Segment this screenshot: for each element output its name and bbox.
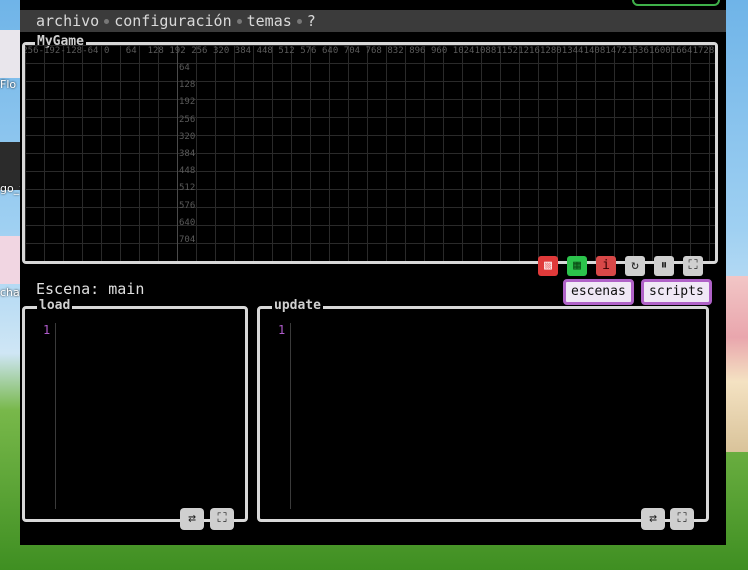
game-panel: MyGame -320-256-192-128-6406412819225632…	[22, 34, 718, 264]
x-tick-label: 1536	[627, 46, 649, 56]
x-tick-label: 256	[191, 46, 208, 56]
x-tick-label: 512	[278, 46, 295, 56]
x-tick-label: -256	[25, 46, 39, 56]
update-editor-panel: update 1 ⇄ ⛶	[257, 298, 709, 530]
x-tick-label: 1728	[692, 46, 715, 56]
menu-separator	[104, 19, 110, 24]
expand-icon[interactable]: ⛶	[210, 508, 234, 530]
wallpaper-character	[724, 276, 748, 452]
x-tick-label: 1344	[561, 46, 584, 56]
game-canvas[interactable]: -320-256-192-128-64064128192256320384448…	[25, 45, 715, 261]
load-editor-panel: load 1 ⇄ ⛶	[22, 298, 248, 530]
menu-separator	[296, 19, 302, 24]
y-tick-label: 320	[179, 131, 196, 142]
x-tick-label: 320	[213, 46, 230, 56]
y-tick-label: 192	[179, 97, 196, 108]
x-tick-label: 192	[169, 46, 186, 56]
x-tick-label: 768	[365, 46, 382, 56]
line-number: 1	[43, 323, 51, 337]
y-tick-label: 256	[179, 114, 196, 125]
x-tick-label: 1088	[474, 46, 497, 56]
x-tick-label: 576	[300, 46, 317, 56]
scripts-button[interactable]: scripts	[641, 279, 712, 305]
x-tick-label: 64	[125, 46, 137, 56]
top-green-button[interactable]	[632, 0, 720, 6]
reload-icon[interactable]: ↻	[625, 256, 645, 276]
toggle-grid-icon[interactable]: ▦	[567, 256, 587, 276]
menu-help[interactable]: ?	[307, 12, 316, 30]
y-tick-label: 128	[179, 80, 196, 91]
menu-archivo[interactable]: archivo	[36, 12, 99, 30]
x-tick-label: 0	[104, 46, 110, 56]
editor-gutter	[290, 323, 291, 509]
x-tick-label: 1600	[649, 46, 671, 56]
fullscreen-icon[interactable]: ⛶	[683, 256, 703, 276]
y-tick-label: 384	[179, 149, 196, 159]
line-number: 1	[278, 323, 286, 337]
x-tick-label: 1280	[540, 46, 562, 56]
y-tick-label: 704	[179, 235, 196, 245]
x-tick-label: 1152	[496, 46, 519, 56]
scene-label: Escena: main	[36, 280, 145, 298]
x-tick-label: 1408	[583, 46, 606, 56]
toggle-colliders-icon[interactable]: ▧	[538, 256, 558, 276]
menu-temas[interactable]: temas	[247, 12, 292, 30]
update-code-area[interactable]	[294, 319, 700, 495]
desktop-icon-label: Flo	[0, 78, 17, 91]
x-tick-label: 1216	[518, 46, 540, 56]
x-tick-label: 896	[409, 46, 426, 56]
x-tick-label: 704	[343, 46, 361, 56]
menu-configuracion[interactable]: configuración	[114, 12, 231, 30]
load-code-area[interactable]	[59, 319, 239, 495]
y-tick-label: 576	[179, 200, 196, 211]
x-tick-label: 960	[431, 46, 448, 56]
menu-separator	[236, 19, 242, 24]
origin-axis	[177, 45, 178, 261]
update-editor-title: update	[272, 298, 323, 314]
y-tick-label: 512	[179, 183, 196, 194]
x-tick-label: 1472	[605, 46, 628, 56]
editor-gutter	[55, 323, 56, 509]
desktop-icon[interactable]	[0, 30, 20, 78]
x-tick-label: 640	[322, 46, 339, 56]
app-window: archivoconfiguracióntemas? MyGame -320-2…	[20, 0, 726, 545]
swap-icon[interactable]: ⇄	[180, 508, 204, 530]
load-editor-title: load	[37, 298, 73, 314]
x-tick-label: 1664	[670, 46, 693, 56]
x-tick-label: -192	[38, 46, 61, 56]
x-tick-label: -64	[82, 46, 99, 56]
x-tick-label: -128	[60, 46, 83, 56]
x-tick-label: 384	[234, 46, 252, 56]
swap-icon[interactable]: ⇄	[641, 508, 665, 530]
info-icon[interactable]: i	[596, 256, 616, 276]
y-tick-label: 448	[179, 166, 196, 177]
y-tick-label: 64	[179, 63, 190, 73]
pause-icon[interactable]: ⏸	[654, 256, 674, 276]
y-tick-label: 640	[179, 217, 196, 228]
x-tick-label: 1024	[452, 46, 475, 56]
escenas-button[interactable]: escenas	[563, 279, 634, 305]
x-tick-label: 128	[147, 46, 164, 56]
menu-bar: archivo configuración temas?	[20, 10, 726, 32]
x-tick-label: 448	[256, 46, 273, 56]
x-tick-label: 832	[387, 46, 404, 56]
expand-icon[interactable]: ⛶	[670, 508, 694, 530]
desktop-icon[interactable]	[0, 236, 20, 284]
